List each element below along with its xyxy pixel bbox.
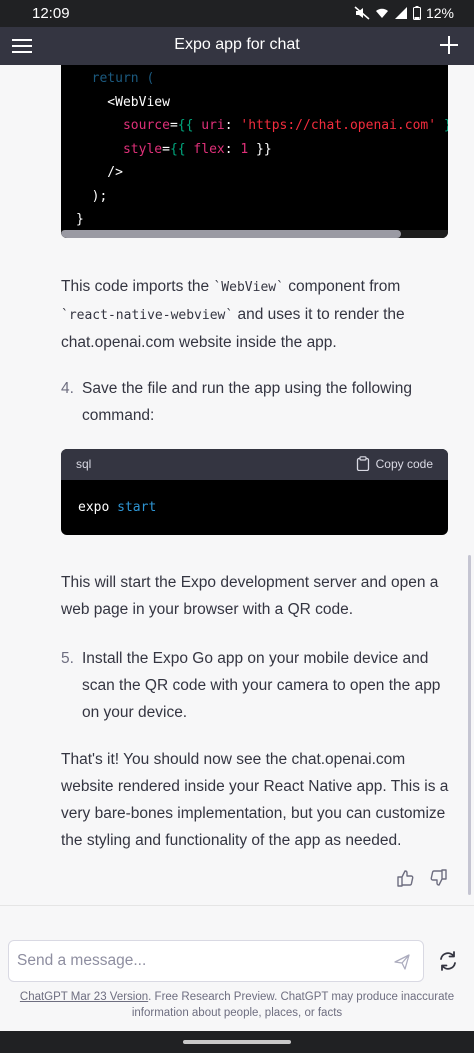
copy-code-label: Copy code [375,456,433,471]
code-block-header: sql Copy code [61,449,448,480]
disclaimer-text: . Free Research Preview. ChatGPT may pro… [131,991,455,1019]
message-input[interactable] [17,949,387,973]
status-time: 12:09 [32,5,70,22]
send-icon[interactable] [393,953,411,971]
text: This code imports the [61,278,214,295]
app-header: Expo app for chat [0,27,474,65]
status-icons: 12% [354,5,454,21]
code-block-command: sql Copy code expo start [61,449,448,535]
code-line: source={{ uri: 'https://chat.openai.com'… [122,118,448,133]
code-block-webview: return ( <WebView source={{ uri: 'https:… [61,65,448,238]
wifi-icon [375,6,389,20]
list-text: Install the Expo Go app on your mobile d… [82,650,441,721]
gesture-handle[interactable] [183,1040,291,1044]
status-bar: 12:09 12% [0,0,474,27]
code-line-return: return ( [76,71,155,86]
code-command-argument: start [117,500,157,515]
list-item-4: 4. Save the file and run the app using t… [61,375,456,431]
mute-icon [354,6,370,20]
list-number: 4. [61,380,74,397]
explanation-paragraph: This code imports the `WebView` componen… [61,273,456,356]
scrollbar-thumb[interactable] [61,230,401,238]
code-command: expo start [78,496,156,520]
feedback-buttons [396,868,448,888]
thumbs-up-icon[interactable] [396,868,416,888]
inline-code-webview: `WebView` [213,280,284,295]
version-link[interactable]: ChatGPT Mar 23 Version [20,991,148,1003]
code-webview: return ( <WebView source={{ uri: 'https:… [76,67,448,232]
system-navigation-bar [0,1031,474,1053]
copy-code-button[interactable]: Copy code [356,456,433,471]
code-line: <WebView [76,94,170,110]
plus-icon[interactable] [438,34,460,56]
conversation-content[interactable]: return ( <WebView source={{ uri: 'https:… [0,65,474,905]
message-input-box[interactable] [8,940,424,982]
code-line: ); [76,188,108,204]
thumbs-down-icon[interactable] [428,868,448,888]
list-text: Save the file and run the app using the … [82,380,413,424]
code-line: /> [76,165,123,180]
code-language: sql [76,457,92,471]
battery-icon [412,6,421,20]
list-number: 5. [61,650,74,667]
composer-footer: ChatGPT Mar 23 Version. Free Research Pr… [0,905,474,1031]
text: component from [283,278,401,295]
result-paragraph: This will start the Expo development ser… [61,574,439,618]
clipboard-icon [356,456,369,471]
battery-percentage: 12% [425,5,454,21]
list-item-5: 5. Install the Expo Go app on your mobil… [61,645,456,729]
code-command-name: expo [78,500,110,515]
disclaimer: ChatGPT Mar 23 Version. Free Research Pr… [14,989,460,1021]
code-line: } [76,212,84,227]
code-horizontal-scrollbar[interactable] [61,230,448,238]
page-scrollbar[interactable] [468,555,471,895]
signal-icon [394,6,408,20]
inline-code-package: `react-native-webview` [61,308,234,323]
conversation-title: Expo app for chat [174,36,300,53]
conclusion-paragraph: That's it! You should now see the chat.o… [61,751,449,849]
refresh-icon[interactable] [437,950,459,972]
code-line: style={{ flex: 1 }} [122,141,272,157]
